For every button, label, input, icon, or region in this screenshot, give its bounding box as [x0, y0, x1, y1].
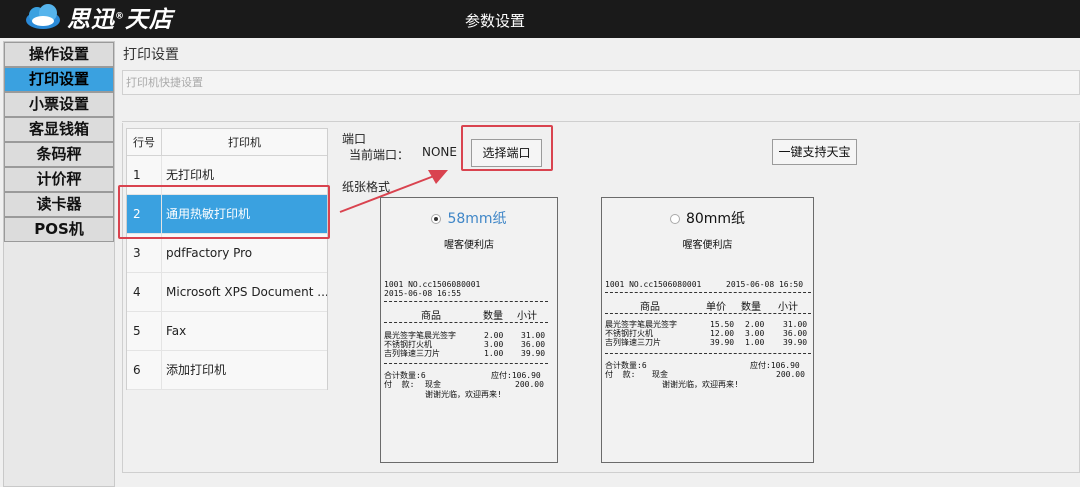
receipt-item-subtotal: 39.90	[783, 338, 808, 347]
dashed-divider	[605, 292, 811, 293]
paper-option-label: 58mm纸	[447, 211, 507, 227]
row-number: 6	[127, 351, 162, 389]
receipt-item-name: 晨光签字笔晨光签字	[384, 331, 456, 340]
dashed-divider	[384, 322, 548, 323]
receipt-item-qty: 1.00	[745, 338, 765, 347]
row-number: 5	[127, 312, 162, 350]
radio-selected-icon[interactable]	[431, 214, 442, 224]
receipt-item-price: 12.00	[710, 329, 735, 338]
receipt-item-subtotal: 39.90	[521, 349, 546, 358]
receipt-preview-80mm: 80mm纸 喔客便利店 1001 NO.cc1506080001 2015-06…	[601, 197, 814, 463]
sidebar-item-print[interactable]: 打印设置	[4, 67, 114, 92]
choose-port-highlight-box	[461, 125, 553, 171]
receipt-total-qty: 合计数量:6	[605, 361, 647, 370]
receipt-item-subtotal: 31.00	[521, 331, 546, 340]
receipt-col-subtotal: 小计	[778, 302, 798, 313]
dashed-divider	[605, 313, 811, 314]
table-row[interactable]: 3 pdfFactory Pro	[127, 234, 327, 273]
receipt-due: 应付:106.90	[750, 361, 800, 370]
receipt-item-name: 晨光签字笔晨光签字	[605, 320, 677, 329]
sidebar-item-operation[interactable]: 操作设置	[4, 42, 114, 67]
receipt-total-qty: 合计数量:6	[384, 371, 426, 380]
receipt-paid: 200.00	[776, 370, 805, 379]
receipt-col-item: 商品	[640, 302, 660, 313]
receipt-col-qty: 数量	[741, 302, 761, 313]
printer-name: Fax	[166, 324, 187, 338]
printer-name: pdfFactory Pro	[166, 246, 253, 260]
sidebar-item-receipt[interactable]: 小票设置	[4, 92, 114, 117]
paper-option-80mm[interactable]: 80mm纸	[602, 208, 813, 228]
receipt-datetime: 2015-06-08 16:55	[384, 289, 462, 298]
receipt-thanks: 谢谢光临，欢迎再来!	[662, 380, 739, 389]
current-port-value: NONE	[422, 145, 457, 159]
receipt-item-qty: 2.00	[745, 320, 765, 329]
receipt-order-no: 1001 NO.cc1506080001	[384, 280, 481, 289]
receipt-pay-label: 付 款:	[605, 370, 636, 379]
divider	[122, 121, 1080, 122]
printer-name: 添加打印机	[166, 363, 227, 377]
receipt-item-qty: 3.00	[745, 329, 765, 338]
receipt-col-price: 单价	[706, 302, 726, 313]
receipt-item-name: 吉列锋速三刀片	[384, 349, 440, 358]
receipt-datetime: 2015-06-08 16:50	[726, 280, 804, 289]
quick-setup-bar: 打印机快捷设置	[122, 70, 1080, 95]
title-bar: 思迅®天店 参数设置	[0, 0, 1080, 38]
paper-option-58mm[interactable]: 58mm纸	[381, 208, 557, 228]
sidebar-item-card-reader[interactable]: 读卡器	[4, 192, 114, 217]
row-number: 4	[127, 273, 162, 311]
table-header: 行号 打印机	[127, 129, 327, 156]
row-number: 3	[127, 234, 162, 272]
receipt-preview-58mm: 58mm纸 喔客便利店 1001 NO.cc1506080001 2015-06…	[380, 197, 558, 463]
shop-name: 喔客便利店	[444, 240, 494, 251]
sidebar-item-price-scale[interactable]: 计价秤	[4, 167, 114, 192]
receipt-item-price: 39.90	[710, 338, 735, 347]
sidebar: 操作设置 打印设置 小票设置 客显钱箱 条码秤 计价秤 读卡器 POS机	[3, 41, 115, 487]
table-row[interactable]: 4 Microsoft XPS Document ...	[127, 273, 327, 312]
receipt-item-subtotal: 36.00	[783, 329, 808, 338]
receipt-item-subtotal: 36.00	[521, 340, 546, 349]
sidebar-item-barcode-scale[interactable]: 条码秤	[4, 142, 114, 167]
receipt-pay-method: 现金	[652, 370, 668, 379]
receipt-paid: 200.00	[515, 380, 544, 389]
printer-table: 行号 打印机 1 无打印机 2 通用热敏打印机 3 pdfFactory Pro 4M…	[126, 128, 328, 390]
sidebar-item-pos[interactable]: POS机	[4, 217, 114, 242]
receipt-col-qty: 数量	[483, 311, 503, 322]
receipt-order-no: 1001 NO.cc1506080001	[605, 280, 702, 289]
receipt-thanks: 谢谢光临，欢迎再来!	[425, 390, 502, 399]
receipt-col-subtotal: 小计	[517, 311, 537, 322]
dashed-divider	[384, 301, 548, 302]
receipt-item-name: 不锈钢打火机	[384, 340, 432, 349]
receipt-item-name: 吉列锋速三刀片	[605, 338, 661, 347]
paper-option-label: 80mm纸	[685, 211, 746, 227]
table-row[interactable]: 5 Fax	[127, 312, 327, 351]
column-header-printer: 打印机	[228, 136, 261, 149]
dashed-divider	[605, 353, 811, 354]
table-row[interactable]: 6 添加打印机	[127, 351, 327, 390]
sidebar-item-customer-display[interactable]: 客显钱箱	[4, 117, 114, 142]
printer-name: Microsoft XPS Document ...	[166, 285, 327, 299]
shop-name: 喔客便利店	[682, 240, 733, 251]
receipt-item-qty: 3.00	[484, 340, 504, 349]
receipt-item-price: 15.50	[710, 320, 735, 329]
selection-highlight-box	[118, 185, 330, 239]
one-key-support-button[interactable]: 一键支持天宝	[772, 139, 857, 165]
receipt-due: 应付:106.90	[491, 371, 541, 380]
current-port-label: 当前端口：	[349, 148, 410, 162]
port-label: 端口	[342, 132, 367, 146]
radio-unselected-icon[interactable]	[669, 214, 680, 224]
receipt-item-qty: 1.00	[484, 349, 504, 358]
dashed-divider	[384, 363, 548, 364]
receipt-item-qty: 2.00	[484, 331, 504, 340]
receipt-pay-label: 付 款:	[384, 380, 415, 389]
column-header-row-no: 行号	[127, 129, 162, 155]
receipt-pay-method: 现金	[425, 380, 441, 389]
section-title: 打印设置	[123, 47, 179, 63]
app-logo: 思迅®天店	[24, 2, 173, 33]
logo-text: 思迅®天店	[67, 7, 173, 33]
receipt-item-subtotal: 31.00	[783, 320, 808, 329]
window-title: 参数设置	[464, 12, 525, 30]
cloud-icon	[26, 4, 60, 29]
receipt-col-item: 商品	[421, 311, 441, 322]
receipt-item-name: 不锈钢打火机	[605, 329, 653, 338]
